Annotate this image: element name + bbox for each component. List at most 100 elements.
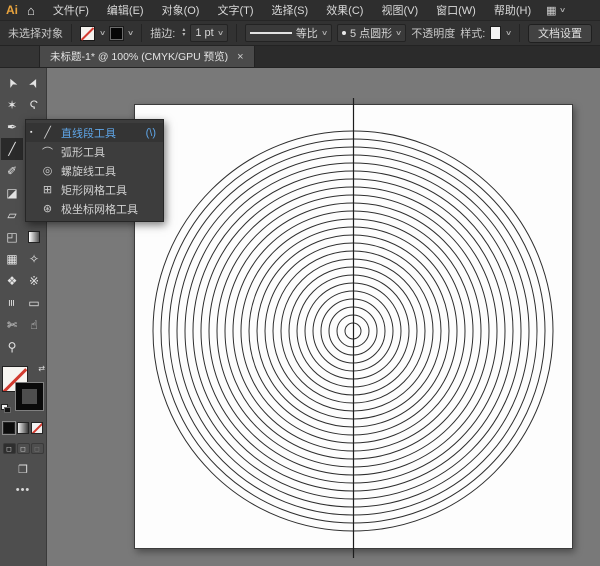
rectangular-grid-tool-icon: ⊞ (39, 183, 56, 196)
current-tool-marker: ▪ (30, 129, 39, 136)
color-type-buttons (3, 422, 43, 434)
blend-tool[interactable]: ❖ (1, 270, 23, 292)
divider (236, 24, 237, 42)
gradient-button[interactable] (17, 422, 29, 434)
width-profile-preview (250, 32, 292, 34)
menubar-menu[interactable]: 文字(T) (208, 5, 262, 17)
menubar-menu[interactable]: 文件(F) (44, 5, 98, 17)
arc-tool-icon: ⌒ (39, 144, 56, 160)
style-swatch[interactable] (490, 26, 501, 40)
eraser-tool[interactable]: ◪ (1, 182, 23, 204)
flyout-item-polar-grid-tool[interactable]: ⊛极坐标网格工具 (26, 199, 163, 218)
document-tab[interactable]: 未标题-1* @ 100% (CMYK/GPU 预览) × (40, 46, 255, 67)
brush-definition-dropdown[interactable]: 5 点圆形 ∨ (337, 24, 406, 42)
stroke-weight-label: 描边: (150, 25, 175, 41)
zoom-tool[interactable]: ⚲ (1, 336, 23, 358)
default-fill-stroke-icon[interactable] (1, 404, 12, 414)
document-tab-bar: 未标题-1* @ 100% (CMYK/GPU 预览) × (0, 46, 600, 68)
chevron-down-icon[interactable]: ∨ (505, 29, 512, 37)
line-segment-tool-icon: ╱ (39, 126, 56, 139)
selection-tool[interactable]: ➤ (1, 72, 23, 94)
brush-value: 5 点圆形 (350, 25, 392, 41)
scale-tool[interactable]: ▱ (1, 204, 23, 226)
swap-fill-stroke-icon[interactable]: ⇄ (38, 364, 45, 373)
flyout-item-label: 弧形工具 (56, 144, 150, 160)
chevron-down-icon[interactable]: ∨ (127, 29, 134, 37)
illustrator-window: Ai ⌂ 文件(F)编辑(E)对象(O)文字(T)选择(S)效果(C)视图(V)… (0, 0, 600, 566)
width-profile-value: 等比 (296, 25, 318, 41)
menubar-menu[interactable]: 选择(S) (263, 5, 318, 17)
slice-tool[interactable]: ✄ (1, 314, 23, 336)
shape-builder-tool[interactable]: ◰ (1, 226, 23, 248)
draw-normal-mode-icon[interactable]: ◻ (3, 443, 16, 454)
mesh-tool[interactable]: ▦ (1, 248, 23, 270)
flyout-item-label: 直线段工具 (56, 125, 140, 141)
no-selection-label: 未选择对象 (8, 25, 63, 41)
fill-color-swatch[interactable] (80, 26, 95, 41)
flyout-item-arc-tool[interactable]: ⌒弧形工具 (26, 142, 163, 161)
artboard-tool[interactable]: ▭ (23, 292, 45, 314)
flyout-item-line-segment-tool[interactable]: ▪╱直线段工具(\) (26, 123, 163, 142)
chevron-down-icon: ∨ (559, 6, 566, 14)
menu-list: 文件(F)编辑(E)对象(O)文字(T)选择(S)效果(C)视图(V)窗口(W)… (44, 2, 540, 18)
stroke-color-swatch[interactable] (110, 27, 123, 40)
symbol-sprayer-tool[interactable]: ※ (23, 270, 45, 292)
color-button[interactable] (3, 422, 15, 434)
stroke-weight-field[interactable]: 1 pt ∨ (190, 24, 227, 42)
draw-inside-mode-icon[interactable]: ◻ (31, 443, 44, 454)
chevron-down-icon: ∨ (321, 29, 328, 37)
menubar-menu[interactable]: 编辑(E) (98, 5, 153, 17)
workspace-switcher[interactable]: ▦ ∨ (540, 4, 571, 17)
flyout-item-label: 矩形网格工具 (56, 182, 150, 198)
line-segment-tool[interactable]: ╱ (1, 138, 23, 160)
hand-tool[interactable]: ☝ (23, 314, 45, 336)
menubar-menu[interactable]: 效果(C) (317, 5, 372, 17)
concentric-circles-artwork (135, 105, 574, 550)
screen-mode-icon[interactable]: ❐ (18, 463, 28, 476)
fill-stroke-indicator: ⇄ (1, 366, 45, 412)
screen-tool-spacer[interactable] (23, 336, 45, 358)
lasso-tool[interactable]: Ϛ (23, 94, 45, 116)
menubar-menu[interactable]: 帮助(H) (485, 5, 540, 17)
column-graph-tool[interactable]: ≡ (1, 292, 23, 314)
draw-behind-mode-icon[interactable]: ◻ (17, 443, 30, 454)
edit-toolbar-ellipsis-icon[interactable]: ••• (16, 484, 31, 496)
document-tab-title: 未标题-1* @ 100% (CMYK/GPU 预览) (50, 49, 228, 64)
app-logo: Ai (0, 3, 25, 17)
style-label: 样式: (460, 25, 485, 41)
divider (71, 24, 72, 42)
document-setup-button[interactable]: 文档设置 (528, 24, 592, 43)
eyedropper-tool[interactable]: ✧ (23, 248, 45, 270)
flyout-item-label: 极坐标网格工具 (56, 201, 150, 217)
divider (519, 24, 520, 42)
magic-wand-tool[interactable]: ✶ (1, 94, 23, 116)
menubar-menu[interactable]: 窗口(W) (427, 5, 485, 17)
home-icon[interactable]: ⌂ (25, 3, 44, 18)
menubar-menu[interactable]: 视图(V) (372, 5, 427, 17)
chevron-down-icon: ∨ (395, 29, 402, 37)
opacity-label[interactable]: 不透明度 (411, 25, 455, 41)
chevron-down-icon[interactable]: ∨ (99, 29, 106, 37)
polar-grid-tool-icon: ⊛ (39, 202, 56, 215)
width-profile-dropdown[interactable]: 等比 ∨ (245, 24, 332, 42)
paintbrush-tool[interactable]: ✐ (1, 160, 23, 182)
direct-selection-tool[interactable]: ➤ (23, 72, 45, 94)
menubar-menu[interactable]: 对象(O) (153, 5, 209, 17)
artboard[interactable] (134, 104, 573, 549)
close-icon[interactable]: × (237, 51, 243, 63)
stroke-swatch-black[interactable] (16, 383, 43, 410)
workspace-grid-icon: ▦ (546, 4, 556, 17)
spiral-tool-icon: ◎ (39, 164, 56, 177)
flyout-item-rectangular-grid-tool[interactable]: ⊞矩形网格工具 (26, 180, 163, 199)
pen-tool[interactable]: ✒ (1, 116, 23, 138)
line-tools-flyout-menu: ▪╱直线段工具(\)⌒弧形工具◎螺旋线工具⊞矩形网格工具⊛极坐标网格工具 (25, 119, 164, 222)
brush-preview-dot (342, 31, 346, 35)
none-button[interactable] (31, 422, 43, 434)
stroke-weight-stepper[interactable]: ▴▾ (182, 28, 185, 38)
divider (141, 24, 142, 42)
stroke-weight-value: 1 pt (195, 27, 213, 39)
gradient-tool[interactable] (23, 226, 45, 248)
tab-bar-spacer (0, 46, 40, 67)
flyout-item-spiral-tool[interactable]: ◎螺旋线工具 (26, 161, 163, 180)
chevron-down-icon: ∨ (217, 29, 224, 37)
